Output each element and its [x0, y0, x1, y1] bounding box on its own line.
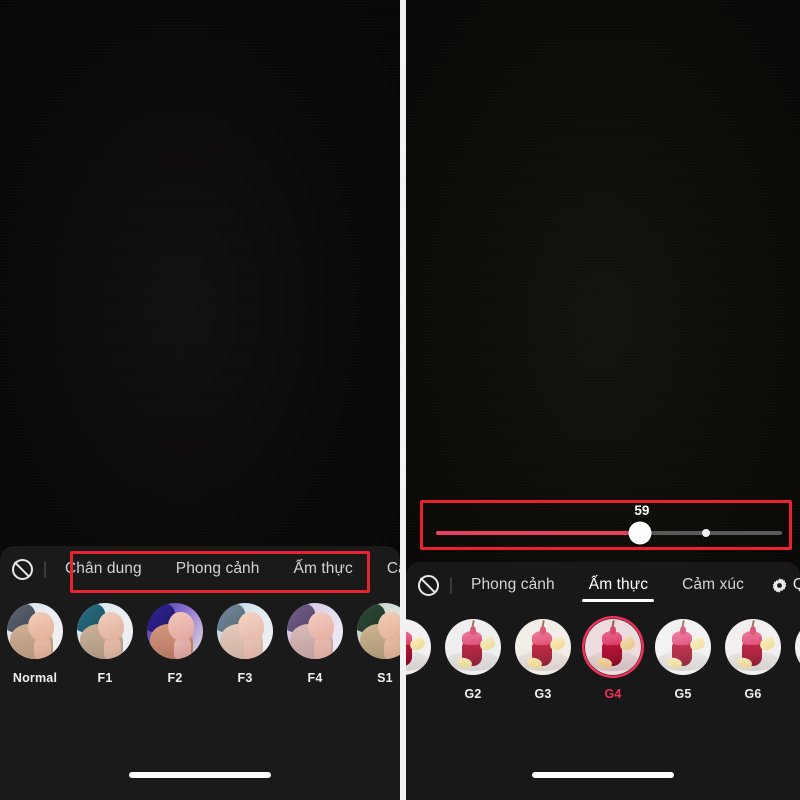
no-filter-button-left[interactable]: [0, 558, 44, 580]
left-screen: Chân dung Phong cảnh Ấm thực Cảm xúc: [0, 0, 400, 800]
category-tab-phong-canh[interactable]: Phong cảnh: [454, 562, 572, 608]
filter-thumbnail-image: [287, 603, 343, 659]
intensity-slider[interactable]: 59: [426, 500, 792, 550]
home-indicator-right: [532, 772, 674, 778]
filter-thumb-ring: [4, 600, 66, 662]
filter-thumb-ring: [74, 600, 136, 662]
filter-item-g1-partial[interactable]: [406, 616, 438, 687]
filter-item-f2[interactable]: F2: [140, 600, 210, 685]
filter-item-normal[interactable]: Normal: [0, 600, 70, 685]
filter-thumb-ring: [792, 616, 800, 678]
filter-thumb-ring: [512, 616, 574, 678]
settings-label: Q: [792, 576, 800, 593]
filter-label: G5: [674, 687, 692, 701]
dual-screenshot-comparison: Chân dung Phong cảnh Ấm thực Cảm xúc: [0, 0, 800, 800]
intensity-slider-container[interactable]: 59: [426, 500, 792, 550]
filter-label: G6: [744, 687, 762, 701]
filter-label: S1: [377, 671, 393, 685]
filter-label: F4: [307, 671, 323, 685]
filter-thumb-ring: [442, 616, 504, 678]
filter-label: G2: [464, 687, 482, 701]
prohibition-icon: [417, 574, 439, 596]
filter-thumbnail-image: [7, 603, 63, 659]
filter-thumb-ring: [406, 616, 434, 678]
filter-thumbnail-image: [725, 619, 781, 675]
filter-item-g3[interactable]: G3: [508, 616, 578, 701]
filter-thumbnail-image: [585, 619, 641, 675]
no-filter-button-right[interactable]: [406, 574, 450, 596]
filter-label: Normal: [12, 671, 58, 685]
filter-thumbnail-image: [357, 603, 400, 659]
filter-item-f4[interactable]: F4: [280, 600, 350, 685]
filter-item-f1[interactable]: F1: [70, 600, 140, 685]
filter-thumbnail-image: [217, 603, 273, 659]
category-tab-label: Ấm thực: [588, 576, 649, 593]
filter-label: G3: [534, 687, 552, 701]
category-tab-phong-canh[interactable]: Phong cảnh: [159, 546, 277, 592]
filter-item-s1[interactable]: S1: [350, 600, 400, 685]
toolbar-divider-left: [44, 560, 46, 578]
category-scroller-right[interactable]: Phong cảnh Ấm thực Cảm xúc Q: [454, 562, 800, 608]
filter-thumb-ring: [144, 600, 206, 662]
category-tab-cam-xuc[interactable]: Cảm xúc: [665, 562, 761, 608]
category-tab-chan-dung[interactable]: Chân dung: [48, 546, 159, 592]
filter-thumbnail-image: [795, 619, 800, 675]
slider-fill: [436, 531, 641, 535]
slider-thumb[interactable]: [628, 521, 652, 545]
slider-track[interactable]: [436, 521, 782, 545]
filter-thumbnail-image: [406, 619, 431, 675]
filter-thumb-ring-selected: [582, 616, 644, 678]
slider-marker-dot: [701, 529, 710, 537]
home-indicator-left: [129, 772, 271, 778]
filter-thumb-ring: [652, 616, 714, 678]
filter-item-g7-partial[interactable]: [788, 616, 800, 687]
settings-button[interactable]: Q: [761, 576, 800, 594]
filter-item-g2[interactable]: G2: [438, 616, 508, 701]
filter-item-g5[interactable]: G5: [648, 616, 718, 701]
filter-thumbnail-strip-right[interactable]: G2 G3 G4 G5 G6: [406, 608, 800, 716]
filter-item-g6[interactable]: G6: [718, 616, 788, 701]
filter-item-g4[interactable]: G4: [578, 616, 648, 701]
toolbar-divider-right: [450, 576, 452, 594]
filter-thumbnail-image: [655, 619, 711, 675]
filter-thumbnail-image: [147, 603, 203, 659]
category-tab-row-left: Chân dung Phong cảnh Ấm thực Cảm xúc: [0, 546, 400, 592]
category-tab-am-thuc[interactable]: Ấm thực: [572, 562, 665, 608]
gear-icon: [772, 577, 787, 593]
category-tab-row-right: Phong cảnh Ấm thực Cảm xúc Q: [406, 562, 800, 608]
filter-thumb-ring: [214, 600, 276, 662]
prohibition-icon: [11, 558, 33, 580]
category-tab-am-thuc[interactable]: Ấm thực: [277, 546, 370, 592]
filter-thumbnail-image: [445, 619, 501, 675]
filter-thumbnail-image: [515, 619, 571, 675]
slider-value-label: 59: [634, 503, 650, 518]
filter-label: F2: [167, 671, 183, 685]
filter-sheet-right: Phong cảnh Ấm thực Cảm xúc Q G2 G3 G4 G5…: [406, 562, 800, 800]
filter-thumbnail-strip-left[interactable]: Normal F1 F2 F3 F4 S1: [0, 592, 400, 700]
category-tab-cam-xuc[interactable]: Cảm xúc: [370, 546, 400, 592]
filter-thumbnail-image: [77, 603, 133, 659]
filter-thumb-ring: [284, 600, 346, 662]
filter-item-f3[interactable]: F3: [210, 600, 280, 685]
filter-thumb-ring: [722, 616, 784, 678]
active-tab-underline: [582, 599, 655, 602]
right-screen: 59 Phong cảnh Ấm thực Cảm xúc Q G2 G3 G4…: [406, 0, 800, 800]
filter-sheet-left: Chân dung Phong cảnh Ấm thực Cảm xúc: [0, 546, 400, 800]
filter-label-selected: G4: [604, 687, 622, 701]
category-scroller-left[interactable]: Chân dung Phong cảnh Ấm thực Cảm xúc: [48, 546, 400, 592]
filter-thumb-ring: [354, 600, 400, 662]
filter-label: F3: [237, 671, 253, 685]
filter-label: F1: [97, 671, 113, 685]
